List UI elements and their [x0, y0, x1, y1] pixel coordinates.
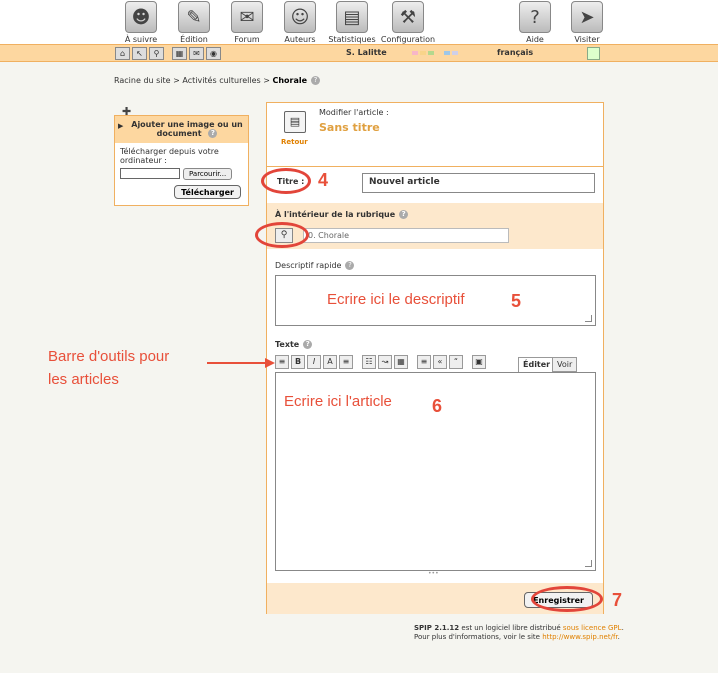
help-icon[interactable]: ? — [208, 129, 218, 138]
top-navigation: ☻ À suivre ✎ Édition ✉ Forum ☺ Auteurs ▤… — [0, 0, 718, 44]
annotation-circle-save — [531, 586, 603, 612]
nav-label: Configuration — [380, 35, 436, 44]
tab-view[interactable]: Voir — [552, 357, 578, 372]
nav-label: Visiter — [574, 35, 600, 44]
status-bar: ⌂ ↖ ⚲ ▦ ✉ ◉ S. Lalitte français — [0, 44, 718, 62]
spip-site-link[interactable]: http://www.spip.net/fr — [542, 633, 617, 641]
credits: SPIP 2.1.12 est un logiciel libre distri… — [414, 624, 624, 641]
file-input[interactable] — [120, 168, 180, 179]
annotation-description-hint: Ecrire ici le descriptif — [327, 291, 465, 308]
link-icon[interactable]: ☷ — [362, 355, 376, 369]
rubrique-label: À l'intérieur de la rubrique? — [275, 210, 409, 219]
search-icon[interactable]: ⚲ — [149, 47, 164, 60]
annotation-circle-title — [261, 168, 311, 194]
calendar-icon[interactable]: ▦ — [172, 47, 187, 60]
preview-icon[interactable]: ▣ — [472, 355, 486, 369]
italic-icon[interactable]: I — [307, 355, 321, 369]
heading-icon[interactable]: ≡ — [275, 355, 289, 369]
annotation-number-4: 4 — [318, 170, 329, 190]
expand-triangle-icon[interactable]: ▶ — [118, 122, 123, 130]
help-icon[interactable]: ? — [399, 210, 409, 219]
help-icon[interactable]: ? — [311, 76, 321, 85]
nav-configuration[interactable]: ⚒ Configuration — [375, 0, 441, 44]
upload-text: Télécharger depuis votre ordinateur : — [120, 147, 219, 165]
quote-icon[interactable]: ≡ — [417, 355, 431, 369]
quick-icons: ⌂ ↖ ⚲ ▦ ✉ ◉ — [115, 47, 221, 60]
back-document-icon[interactable]: ▤ — [284, 111, 306, 133]
breadcrumb-path[interactable]: Racine du site > Activités culturelles > — [114, 76, 272, 85]
cursor-icon[interactable]: ↖ — [132, 47, 147, 60]
rubrique-input[interactable]: 0. Chorale — [303, 228, 509, 243]
bold-icon[interactable]: B — [291, 355, 305, 369]
help-icon[interactable]: ? — [303, 340, 313, 349]
home-icon[interactable]: ⌂ — [115, 47, 130, 60]
annotation-number-7: 7 — [612, 590, 623, 610]
rubrique-section: À l'intérieur de la rubrique? ⚲ 0. Chora… — [267, 203, 603, 249]
upload-button[interactable]: Télécharger — [174, 185, 241, 199]
article-form: ▤ Retour Modifier l'article : Sans titre… — [266, 102, 604, 614]
layout-toggle-icon[interactable] — [587, 47, 600, 60]
list-icon[interactable]: ≡ — [339, 355, 353, 369]
resize-grip-icon[interactable] — [585, 315, 592, 322]
resize-grip-icon[interactable] — [585, 560, 592, 567]
anchor-icon[interactable]: ↝ — [378, 355, 392, 369]
title-input[interactable]: Nouvel article — [362, 173, 595, 193]
swatch-yellow[interactable] — [420, 51, 426, 55]
swatch-blue[interactable] — [444, 51, 450, 55]
description-label: Descriptif rapide? — [275, 261, 355, 270]
form-header: ▤ Retour Modifier l'article : Sans titre — [267, 103, 603, 167]
swatch-pink[interactable] — [412, 51, 418, 55]
nav-visiter[interactable]: ➤ Visiter — [554, 0, 620, 44]
printer-chart-icon: ▤ — [336, 1, 368, 33]
article-title: Sans titre — [319, 121, 380, 134]
upload-panel-title: Ajouter une image ou un document — [131, 120, 243, 138]
browse-button[interactable]: Parcourir... — [183, 168, 233, 180]
color-swatches — [412, 51, 458, 55]
modify-label: Modifier l'article : — [319, 108, 389, 117]
annotation-toolbar-hint-2: les articles — [48, 371, 119, 388]
upload-panel-header[interactable]: ▶ Ajouter une image ou un document ? — [115, 116, 248, 143]
question-icon: ? — [519, 1, 551, 33]
quotes-icon[interactable]: “ — [449, 355, 463, 369]
breadcrumb-current: Chorale — [272, 76, 308, 85]
annotation-article-hint: Ecrire ici l'article — [284, 393, 392, 410]
user-name[interactable]: S. Lalitte — [346, 48, 387, 57]
table-icon[interactable]: ▦ — [394, 355, 408, 369]
text-label: Texte? — [275, 340, 313, 349]
people-icon: ☺ — [284, 1, 316, 33]
upload-panel: ▶ Ajouter une image ou un document ? Tél… — [114, 115, 249, 206]
back-link[interactable]: Retour — [281, 138, 308, 146]
eye-icon[interactable]: ◉ — [206, 47, 221, 60]
arrow-right-icon: ➤ — [571, 1, 603, 33]
breadcrumb: Racine du site > Activités culturelles >… — [114, 76, 321, 85]
tools-icon: ⚒ — [392, 1, 424, 33]
annotation-arrow-icon — [207, 358, 275, 368]
license-link[interactable]: sous licence GPL — [563, 624, 622, 632]
annotation-number-6: 6 — [432, 396, 443, 416]
guillemets-icon[interactable]: « — [433, 355, 447, 369]
resize-handle[interactable]: ••• — [428, 570, 439, 577]
font-size-icon[interactable]: A — [323, 355, 337, 369]
mail-icon[interactable]: ✉ — [189, 47, 204, 60]
tab-edit[interactable]: Éditer — [518, 357, 556, 372]
annotation-circle-rubrique — [255, 222, 309, 248]
annotation-number-5: 5 — [511, 291, 522, 311]
help-icon[interactable]: ? — [345, 261, 355, 270]
speech-bubble-icon: ✉ — [231, 1, 263, 33]
pen-icon: ✎ — [178, 1, 210, 33]
swatch-green[interactable] — [428, 51, 434, 55]
annotation-toolbar-hint-1: Barre d'outils pour — [48, 348, 170, 365]
editor-toolbar: ≡ B I A ≡ ☷ ↝ ▦ ≡ « “ ▣ — [275, 355, 486, 369]
swatch-lavender[interactable] — [452, 51, 458, 55]
language-selector[interactable]: français — [497, 48, 533, 57]
person-icon: ☻ — [125, 1, 157, 33]
